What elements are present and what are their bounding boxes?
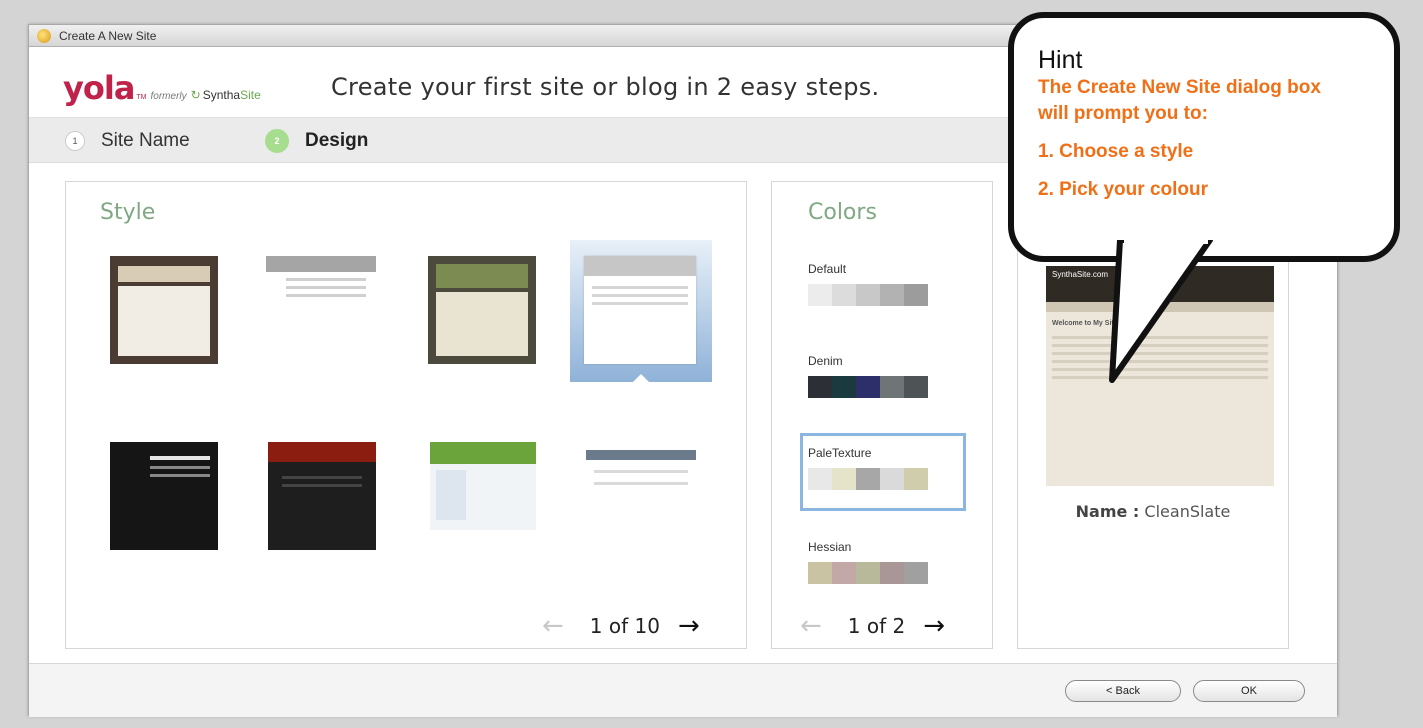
hint-title: Hint bbox=[1038, 46, 1083, 74]
back-button[interactable]: < Back bbox=[1065, 680, 1181, 702]
style-name-label: Name : bbox=[1075, 502, 1140, 521]
step-design[interactable]: 2 Design bbox=[265, 118, 368, 164]
style-thumbnail-2[interactable] bbox=[266, 256, 376, 336]
hint-line: will prompt you to: bbox=[1038, 103, 1208, 124]
style-thumbnail-6[interactable] bbox=[268, 442, 376, 550]
swatch bbox=[880, 376, 904, 398]
callout-tail bbox=[1109, 240, 1213, 383]
yola-logo: yola TM formerly ↻ Syntha Site bbox=[63, 69, 261, 107]
color-option-hessian[interactable]: Hessian bbox=[808, 540, 928, 584]
colors-panel: Colors Default Denim PaleTexture Hessian bbox=[771, 181, 993, 649]
hint-callout: Hint The Create New Site dialog box will… bbox=[1008, 12, 1400, 262]
style-thumbnail-8[interactable] bbox=[586, 440, 696, 544]
window-title: Create A New Site bbox=[59, 28, 157, 43]
swatch bbox=[808, 562, 832, 584]
style-name-value: CleanSlate bbox=[1144, 502, 1231, 521]
page-headline: Create your first site or blog in 2 easy… bbox=[331, 73, 880, 101]
prev-arrow-icon[interactable]: ← bbox=[800, 613, 822, 639]
swatch bbox=[832, 376, 856, 398]
swatch bbox=[856, 284, 880, 306]
swatch bbox=[880, 468, 904, 490]
step-label: Design bbox=[305, 130, 369, 151]
step-site-name[interactable]: 1 Site Name bbox=[65, 118, 190, 164]
color-label: PaleTexture bbox=[808, 446, 872, 460]
swatch bbox=[832, 562, 856, 584]
colors-pager: ← 1 of 2 → bbox=[800, 613, 945, 639]
hint-line: 1. Choose a style bbox=[1038, 141, 1194, 162]
color-swatches bbox=[808, 562, 928, 584]
color-option-default[interactable]: Default bbox=[808, 262, 928, 306]
color-label: Denim bbox=[808, 354, 843, 368]
color-swatches bbox=[808, 284, 928, 306]
next-arrow-icon[interactable]: → bbox=[923, 613, 945, 639]
swatch bbox=[904, 468, 928, 490]
dialog-footer: < Back OK bbox=[29, 663, 1337, 717]
swatch bbox=[904, 284, 928, 306]
style-thumbnail-1[interactable] bbox=[110, 256, 218, 364]
colors-title: Colors bbox=[808, 200, 877, 225]
swatch bbox=[856, 376, 880, 398]
logo-brand-b: Site bbox=[240, 88, 261, 102]
step-number-badge: 1 bbox=[65, 131, 85, 151]
swatch bbox=[880, 284, 904, 306]
style-thumbnail-7[interactable] bbox=[430, 442, 536, 530]
swatch bbox=[856, 468, 880, 490]
hint-line: The Create New Site dialog box bbox=[1038, 77, 1321, 98]
step-number-badge: 2 bbox=[265, 129, 289, 153]
style-title: Style bbox=[100, 200, 156, 225]
synthasite-icon: ↻ bbox=[190, 88, 201, 102]
selected-style-caret bbox=[633, 374, 649, 382]
swatch bbox=[808, 468, 832, 490]
logo-formerly: formerly bbox=[150, 91, 187, 102]
swatch bbox=[832, 284, 856, 306]
swatch bbox=[808, 284, 832, 306]
ok-button[interactable]: OK bbox=[1193, 680, 1305, 702]
color-option-paletexture[interactable]: PaleTexture bbox=[808, 446, 928, 490]
swatch bbox=[880, 562, 904, 584]
swatch bbox=[832, 468, 856, 490]
style-thumbnail-5[interactable] bbox=[110, 442, 218, 550]
step-label: Site Name bbox=[101, 130, 190, 151]
prev-arrow-icon[interactable]: ← bbox=[542, 613, 564, 639]
swatch bbox=[904, 376, 928, 398]
logo-brand-a: Syntha bbox=[202, 88, 241, 102]
app-icon bbox=[37, 28, 51, 43]
color-option-denim[interactable]: Denim bbox=[808, 354, 928, 398]
colors-page-count: 1 of 2 bbox=[847, 614, 906, 638]
next-arrow-icon[interactable]: → bbox=[678, 613, 700, 639]
swatch bbox=[904, 562, 928, 584]
style-page-count: 1 of 10 bbox=[589, 614, 660, 638]
swatch bbox=[856, 562, 880, 584]
logo-wordmark: yola bbox=[63, 69, 135, 107]
color-label: Hessian bbox=[808, 540, 852, 554]
style-panel: Style ← 1 of 10 → bbox=[65, 181, 747, 649]
color-label: Default bbox=[808, 262, 847, 276]
color-swatches bbox=[808, 468, 928, 490]
swatch bbox=[808, 376, 832, 398]
style-name: Name : CleanSlate bbox=[1018, 502, 1288, 521]
logo-tm: TM bbox=[136, 94, 147, 101]
color-swatches bbox=[808, 376, 928, 398]
style-pager: ← 1 of 10 → bbox=[542, 613, 700, 639]
hint-line: 2. Pick your colour bbox=[1038, 179, 1208, 200]
style-thumbnail-3[interactable] bbox=[428, 256, 536, 364]
style-thumbnail-4-selected[interactable] bbox=[584, 256, 696, 364]
